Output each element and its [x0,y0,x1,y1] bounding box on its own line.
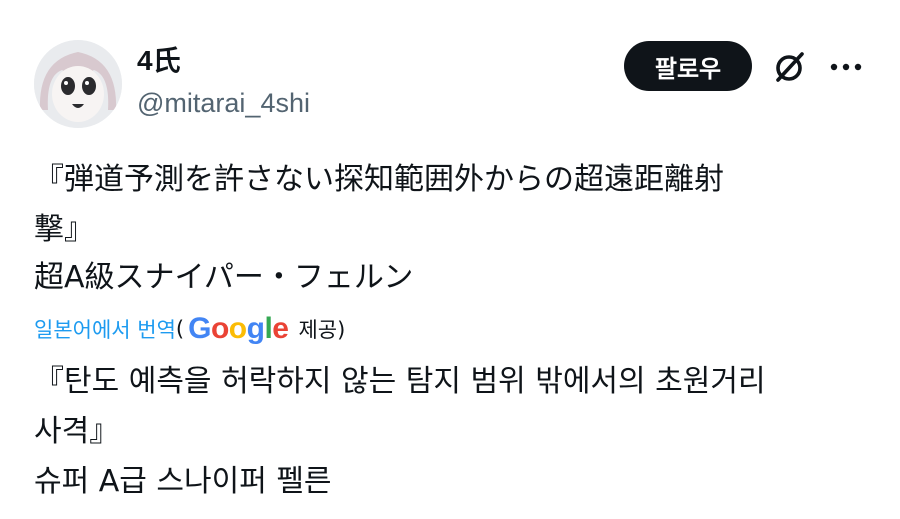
post-text-line: 『弾道予測を許さない探知範囲外からの超遠距離射 [34,162,724,197]
grok-icon[interactable] [770,47,810,87]
post-text-line: 超A級スナイパー・フェルン [34,260,414,295]
google-logo-letter: g [246,312,265,345]
google-logo-letter: o [210,312,229,345]
translated-text-line: 사격』 [34,414,120,449]
avatar[interactable] [34,40,122,128]
translation-provider: 제공) [298,318,346,342]
google-logo-letter: e [272,312,289,345]
avatar-image [34,40,122,128]
google-logo-letter: G [188,312,211,345]
google-logo: Google [188,312,289,346]
translation-label[interactable]: 일본어에서 번역 [34,314,176,344]
post-text-line: 撃』 [34,212,94,247]
follow-button[interactable]: 팔로우 [624,41,752,91]
translated-text-line: 『탄도 예측을 허락하지 않는 탐지 범위 밖에서의 초원거리 [34,364,766,399]
translation-paren: ( [175,317,185,341]
more-icon[interactable] [828,58,864,76]
translated-text-line: 슈퍼 A급 스나이퍼 펠른 [34,464,332,499]
user-handle[interactable]: @mitarai_4shi [137,86,310,120]
user-display-name[interactable]: 4氏 [137,44,181,78]
translation-attribution: 일본어에서 번역 ( Google 제공) [34,311,345,347]
google-logo-letter: o [228,312,247,345]
